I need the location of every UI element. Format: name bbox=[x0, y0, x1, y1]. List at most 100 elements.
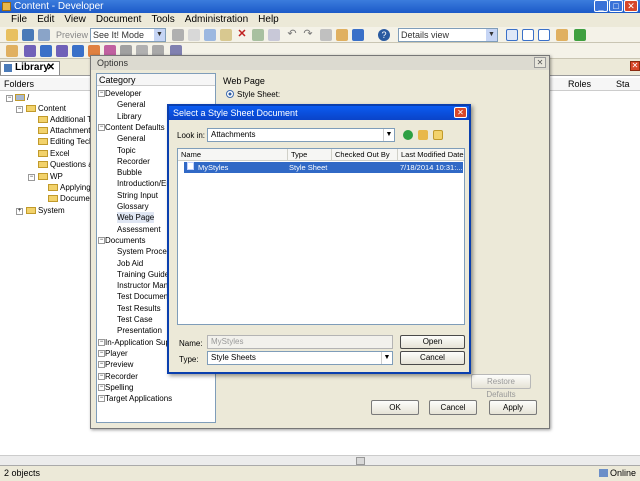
category-item[interactable]: Preview bbox=[105, 359, 133, 370]
category-item[interactable]: Instructor Manu bbox=[117, 280, 173, 291]
close-icon[interactable]: ✕ bbox=[624, 0, 638, 12]
category-item[interactable]: Test Results bbox=[117, 303, 161, 314]
tree-item-wp[interactable]: WP bbox=[38, 171, 63, 182]
ok-button[interactable]: OK bbox=[371, 400, 419, 415]
collapse-icon[interactable]: − bbox=[98, 372, 105, 380]
file-row[interactable]: MyStyles Style Sheet 7/18/2014 10:31:... bbox=[184, 162, 463, 173]
redo-icon[interactable]: ↷ bbox=[302, 29, 314, 41]
type-select[interactable]: Style Sheets ▼ bbox=[207, 351, 393, 365]
menu-edit[interactable]: Edit bbox=[32, 13, 59, 27]
undo-icon[interactable]: ↶ bbox=[286, 29, 298, 41]
stop-icon[interactable] bbox=[172, 29, 184, 41]
category-item[interactable]: General bbox=[117, 133, 145, 144]
type-column-header[interactable]: Type bbox=[288, 149, 332, 161]
cut-icon[interactable] bbox=[188, 29, 200, 41]
collapse-icon[interactable]: − bbox=[98, 361, 105, 369]
category-item[interactable]: Documents bbox=[105, 235, 145, 246]
category-item[interactable]: Recorder bbox=[117, 156, 150, 167]
details-view-icon[interactable] bbox=[506, 29, 518, 41]
delete-icon[interactable]: ✕ bbox=[236, 29, 248, 41]
collapse-icon[interactable]: − bbox=[98, 349, 105, 357]
category-item[interactable]: Training Guide bbox=[117, 269, 169, 280]
category-item[interactable]: String Input bbox=[117, 190, 158, 201]
category-item[interactable]: Presentation bbox=[117, 325, 162, 336]
topic-icon[interactable] bbox=[56, 45, 68, 57]
category-item[interactable]: Content Defaults bbox=[105, 122, 165, 133]
tree-item-documents[interactable]: Documer bbox=[48, 193, 92, 204]
module-icon[interactable] bbox=[24, 45, 36, 57]
collapse-icon[interactable]: − bbox=[98, 395, 105, 403]
maximize-icon[interactable]: □ bbox=[609, 0, 623, 12]
open-icon[interactable] bbox=[6, 45, 18, 57]
back-icon[interactable] bbox=[403, 130, 413, 140]
category-item[interactable]: Web Page bbox=[117, 212, 155, 224]
tree-item-attachments[interactable]: Attachments bbox=[38, 125, 94, 136]
paste-icon[interactable] bbox=[220, 29, 232, 41]
category-item[interactable]: Developer bbox=[105, 88, 141, 99]
properties-icon[interactable] bbox=[336, 29, 348, 41]
link-icon[interactable] bbox=[320, 29, 332, 41]
name-column-header[interactable]: Name bbox=[178, 149, 288, 161]
help-icon[interactable]: ? bbox=[378, 29, 390, 41]
horizontal-scrollbar[interactable] bbox=[0, 455, 640, 465]
category-item[interactable]: Glossary bbox=[117, 201, 149, 212]
category-item[interactable]: Target Applications bbox=[105, 393, 172, 404]
name-field[interactable]: MyStyles bbox=[207, 335, 393, 349]
collapse-icon[interactable]: − bbox=[98, 236, 105, 244]
up-folder-icon[interactable] bbox=[418, 130, 428, 140]
category-item[interactable]: Recorder bbox=[105, 371, 138, 382]
roles-column-header[interactable]: Roles bbox=[568, 78, 591, 91]
state-column-header[interactable]: Sta bbox=[616, 78, 630, 91]
collapse-icon[interactable]: − bbox=[98, 338, 105, 346]
category-item[interactable]: General bbox=[117, 99, 145, 110]
copy-icon[interactable] bbox=[204, 29, 216, 41]
cancel-button[interactable]: Cancel bbox=[429, 400, 477, 415]
mode-select[interactable]: See It! Mode ▼ bbox=[90, 28, 166, 42]
close-tab-icon[interactable]: ✕ bbox=[47, 62, 55, 74]
menu-help[interactable]: Help bbox=[253, 13, 284, 27]
modified-column-header[interactable]: Last Modified Date bbox=[398, 149, 464, 161]
folder-view-icon[interactable] bbox=[556, 29, 568, 41]
cancel-button[interactable]: Cancel bbox=[400, 351, 465, 365]
category-item[interactable]: Assessment bbox=[117, 224, 161, 235]
replace-icon[interactable] bbox=[268, 29, 280, 41]
menu-file[interactable]: File bbox=[6, 13, 32, 27]
open-button[interactable]: Open bbox=[400, 335, 465, 349]
checked-out-column-header[interactable]: Checked Out By bbox=[332, 149, 398, 161]
close-icon[interactable]: ✕ bbox=[534, 57, 546, 68]
tab-library[interactable]: Library ✕ bbox=[0, 61, 60, 75]
collapse-icon[interactable]: − bbox=[16, 106, 23, 113]
collapse-icon[interactable]: − bbox=[6, 95, 13, 102]
collapse-icon[interactable]: − bbox=[98, 383, 105, 391]
category-item[interactable]: Player bbox=[105, 348, 128, 359]
category-item[interactable]: In-Application Supp bbox=[105, 337, 174, 348]
collapse-icon[interactable]: − bbox=[98, 123, 105, 131]
category-item[interactable]: Library bbox=[117, 111, 141, 122]
tree-item-content[interactable]: Content bbox=[26, 103, 66, 114]
print-icon[interactable] bbox=[38, 29, 50, 41]
category-item[interactable]: Test Case bbox=[117, 314, 153, 325]
minimize-icon[interactable]: _ bbox=[594, 0, 608, 12]
tree-item-system[interactable]: System bbox=[26, 205, 65, 216]
category-item[interactable]: Job Aid bbox=[117, 258, 143, 269]
tree-item-root[interactable]: / bbox=[15, 92, 29, 103]
view-select[interactable]: Details view ▼ bbox=[398, 28, 498, 42]
check-in-icon[interactable] bbox=[352, 29, 364, 41]
outline-view-icon[interactable] bbox=[538, 29, 550, 41]
save-icon[interactable] bbox=[22, 29, 34, 41]
category-item[interactable]: Introduction/En bbox=[117, 178, 171, 189]
menu-view[interactable]: View bbox=[59, 13, 91, 27]
menu-document[interactable]: Document bbox=[91, 13, 147, 27]
category-item[interactable]: Test Document bbox=[117, 291, 170, 302]
document-icon[interactable] bbox=[72, 45, 84, 57]
close-icon[interactable]: ✕ bbox=[454, 107, 467, 118]
new-folder-icon[interactable] bbox=[433, 130, 443, 140]
expand-icon[interactable]: + bbox=[16, 208, 23, 215]
find-icon[interactable] bbox=[252, 29, 264, 41]
category-item[interactable]: Spelling bbox=[105, 382, 133, 393]
split-view-icon[interactable] bbox=[522, 29, 534, 41]
look-in-select[interactable]: Attachments ▼ bbox=[207, 128, 395, 142]
restore-defaults-button[interactable]: Restore Defaults bbox=[471, 374, 531, 399]
style-sheet-radio[interactable]: Style Sheet: bbox=[226, 90, 280, 100]
refresh-icon[interactable] bbox=[574, 29, 586, 41]
